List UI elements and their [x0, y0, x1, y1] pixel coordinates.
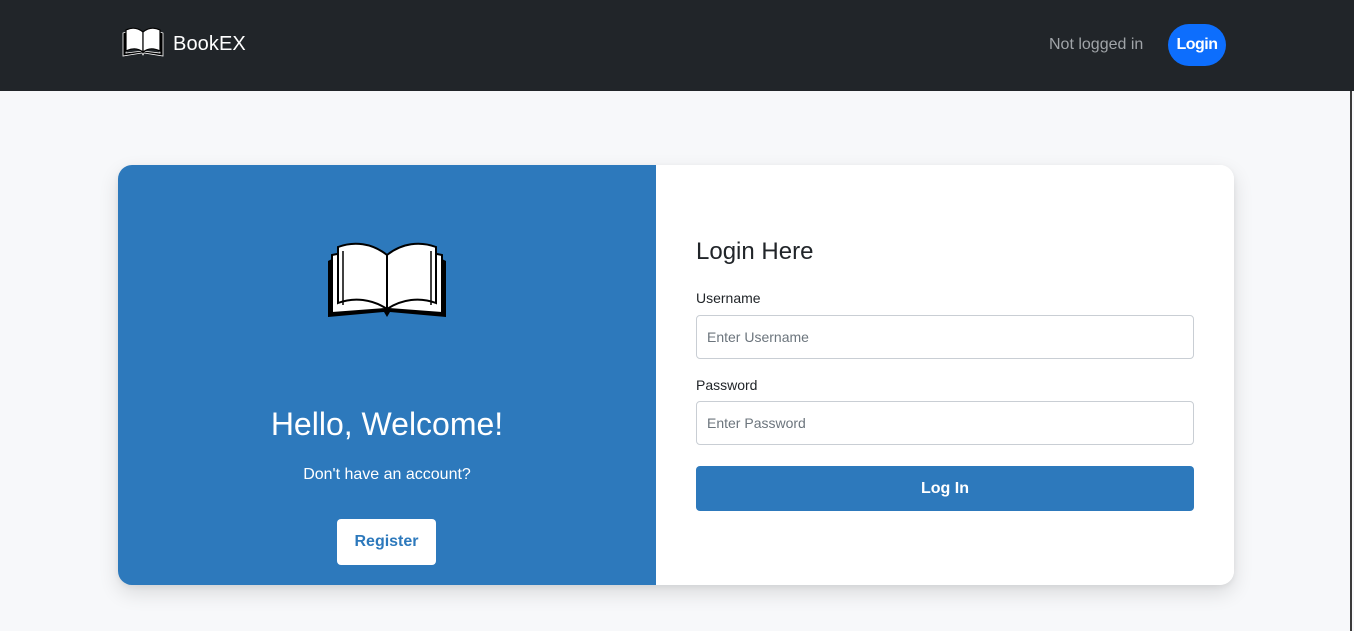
nav-login-button[interactable]: Login — [1168, 24, 1226, 66]
welcome-heading: Hello, Welcome! — [270, 406, 504, 442]
form-title: Login Here — [696, 238, 814, 265]
window-edge — [1350, 91, 1352, 631]
password-label: Password — [696, 377, 758, 393]
brand-link[interactable]: BookEX — [122, 26, 246, 63]
top-navbar: BookEX Not logged in Login — [0, 0, 1354, 91]
username-input[interactable] — [696, 315, 1194, 359]
no-account-text: Don't have an account? — [303, 466, 471, 483]
username-label: Username — [696, 290, 761, 306]
open-book-icon — [122, 26, 164, 63]
register-button[interactable]: Register — [337, 519, 436, 565]
open-book-icon — [328, 242, 446, 317]
login-form-panel: Login Here Username Password Log In — [656, 165, 1234, 585]
login-card: Hello, Welcome! Don't have an account? R… — [118, 165, 1234, 585]
password-input[interactable] — [696, 401, 1194, 445]
welcome-panel: Hello, Welcome! Don't have an account? R… — [118, 165, 656, 585]
brand-name: BookEX — [173, 32, 246, 55]
login-submit-button[interactable]: Log In — [696, 466, 1194, 511]
login-status-text: Not logged in — [1049, 36, 1144, 53]
